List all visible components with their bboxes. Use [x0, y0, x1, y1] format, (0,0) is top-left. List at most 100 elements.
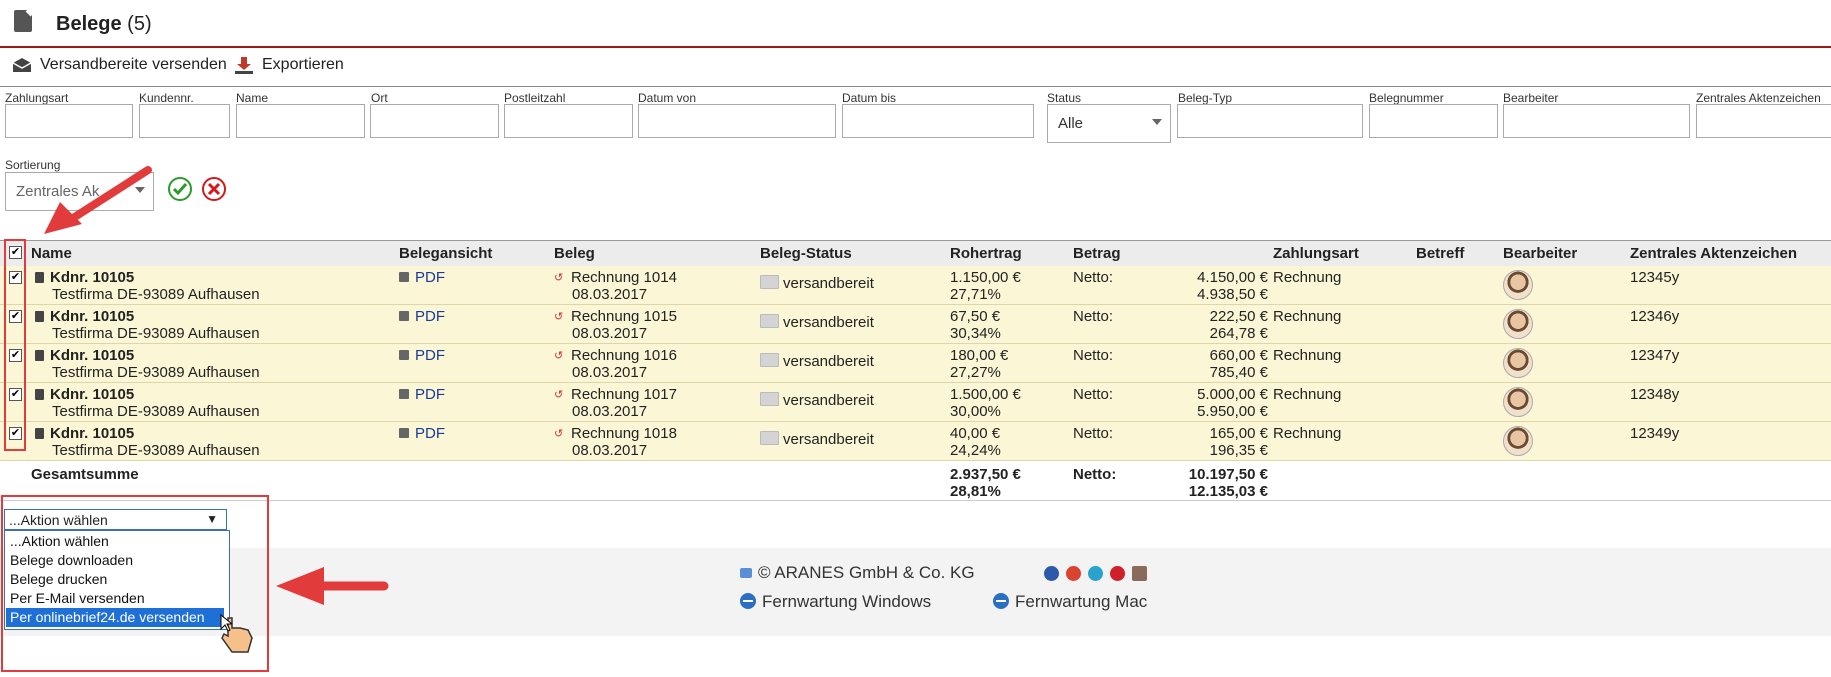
- reset-filter-button[interactable]: [202, 177, 226, 201]
- zahlungsart-input[interactable]: [5, 104, 133, 138]
- page-title: Belege (5): [56, 13, 152, 36]
- status-select-value: Alle: [1058, 115, 1084, 132]
- row-betrag-netto: 222,50 €: [1209, 308, 1268, 325]
- blog-icon[interactable]: [1131, 566, 1147, 581]
- table-row[interactable]: ✔ Kdnr. 10105 Testfirma DE-93089 Aufhaus…: [0, 422, 1831, 461]
- belegtyp-input[interactable]: [1177, 104, 1363, 138]
- row-beleg[interactable]: Rechnung 1016: [571, 347, 677, 364]
- col-beleg[interactable]: Beleg: [554, 245, 595, 262]
- row-betrag: 660,00 € 785,40 €: [1150, 347, 1268, 381]
- pdf-link[interactable]: PDF: [399, 386, 445, 403]
- col-aktenzeichen[interactable]: Zentrales Aktenzeichen: [1630, 245, 1797, 262]
- row-betrag-netto: 165,00 €: [1209, 425, 1268, 442]
- row-kdnr: Kdnr. 10105: [50, 425, 135, 442]
- document-icon: [35, 311, 44, 322]
- row-beleg[interactable]: Rechnung 1017: [571, 386, 677, 403]
- pdf-icon: [399, 272, 409, 282]
- youtube-icon[interactable]: [1109, 566, 1125, 581]
- filter-label-datum-von: Datum von: [638, 91, 697, 105]
- filter-label-kundennr: Kundennr.: [139, 91, 194, 105]
- name-input[interactable]: [236, 104, 365, 138]
- row-rohertrag-value: 1.500,00 €: [950, 386, 1021, 403]
- row-betrag-brutto: 785,40 €: [1209, 364, 1268, 381]
- col-status[interactable]: Beleg-Status: [760, 245, 852, 262]
- row-betrag: 222,50 € 264,78 €: [1150, 308, 1268, 342]
- send-ready-button[interactable]: Versandbereite versenden: [12, 56, 227, 74]
- remote-windows-link[interactable]: Fernwartung Windows: [740, 593, 931, 610]
- table-row[interactable]: ✔ Kdnr. 10105 Testfirma DE-93089 Aufhaus…: [0, 344, 1831, 383]
- col-bearbeiter[interactable]: Bearbeiter: [1503, 245, 1577, 262]
- belegnummer-input[interactable]: [1369, 104, 1498, 138]
- plz-input[interactable]: [504, 104, 633, 138]
- invoice-icon: ↺: [554, 311, 564, 323]
- row-beleg[interactable]: Rechnung 1015: [571, 308, 677, 325]
- row-beleg[interactable]: Rechnung 1014: [571, 269, 677, 286]
- twitter-icon[interactable]: [1087, 566, 1103, 581]
- toolbar: Versandbereite versenden Exportieren: [0, 48, 1831, 87]
- summary-rohertrag: 2.937,50 € 28,81%: [950, 466, 1021, 500]
- envelope-icon: [12, 58, 32, 72]
- row-zahlungsart: Rechnung: [1273, 308, 1342, 325]
- row-rohertrag-percent: 27,27%: [950, 364, 1001, 381]
- row-beleg[interactable]: Rechnung 1018: [571, 425, 677, 442]
- col-betreff[interactable]: Betreff: [1416, 245, 1464, 262]
- row-datum: 08.03.2017: [572, 286, 648, 303]
- filter-label-plz: Postleitzahl: [504, 91, 566, 105]
- row-datum: 08.03.2017: [572, 364, 648, 381]
- row-datum: 08.03.2017: [572, 403, 648, 420]
- ort-input[interactable]: [370, 104, 499, 138]
- summary-netto-label: Netto:: [1073, 466, 1117, 483]
- avatar: [1503, 348, 1533, 378]
- send-ready-label: Versandbereite versenden: [40, 56, 227, 73]
- col-zahlungsart[interactable]: Zahlungsart: [1273, 245, 1359, 262]
- datum-bis-input[interactable]: [842, 104, 1034, 138]
- table-row[interactable]: ✔ Kdnr. 10105 Testfirma DE-93089 Aufhaus…: [0, 383, 1831, 422]
- invoice-icon: ↺: [554, 428, 564, 440]
- pdf-icon: [399, 350, 409, 360]
- row-zahlungsart: Rechnung: [1273, 425, 1342, 442]
- row-betrag: 165,00 € 196,35 €: [1150, 425, 1268, 459]
- row-firma: Testfirma DE-93089 Aufhausen: [52, 325, 260, 342]
- col-rohertrag[interactable]: Rohertrag: [950, 245, 1022, 262]
- table-row[interactable]: ✔ Kdnr. 10105 Testfirma DE-93089 Aufhaus…: [0, 305, 1831, 344]
- datum-von-input[interactable]: [638, 104, 836, 138]
- bearbeiter-input[interactable]: [1503, 104, 1690, 138]
- row-aktenzeichen: 12346y: [1630, 308, 1680, 325]
- kundennr-input[interactable]: [139, 104, 230, 138]
- col-name[interactable]: Name: [31, 245, 72, 262]
- apply-filter-button[interactable]: [168, 177, 192, 201]
- pdf-icon: [399, 311, 409, 321]
- row-aktenzeichen: 12348y: [1630, 386, 1680, 403]
- pdf-link[interactable]: PDF: [399, 347, 445, 364]
- row-firma: Testfirma DE-93089 Aufhausen: [52, 364, 260, 381]
- document-icon: [35, 272, 44, 283]
- row-status: versandbereit: [783, 314, 874, 331]
- row-netto-label: Netto:: [1073, 386, 1114, 403]
- row-name-cell: Kdnr. 10105 Testfirma DE-93089 Aufhausen: [35, 347, 260, 381]
- pdf-link[interactable]: PDF: [399, 308, 445, 325]
- col-betrag[interactable]: Betrag: [1073, 245, 1121, 262]
- remote-icon: [993, 593, 1009, 609]
- row-betrag-netto: 4.150,00 €: [1197, 269, 1268, 286]
- row-rohertrag-value: 40,00 €: [950, 425, 1001, 442]
- row-status-cell: versandbereit: [760, 392, 874, 409]
- status-select[interactable]: Alle: [1047, 104, 1171, 143]
- pdf-link[interactable]: PDF: [399, 425, 445, 442]
- download-icon: [235, 57, 253, 74]
- avatar: [1503, 387, 1533, 417]
- row-betrag: 5.000,00 € 5.950,00 €: [1150, 386, 1268, 420]
- table-row[interactable]: ✔ Kdnr. 10105 Testfirma DE-93089 Aufhaus…: [0, 266, 1831, 305]
- google-plus-icon[interactable]: [1065, 566, 1081, 581]
- pdf-link-label: PDF: [415, 386, 445, 403]
- export-button[interactable]: Exportieren: [234, 56, 344, 74]
- pdf-link[interactable]: PDF: [399, 269, 445, 286]
- filter-label-zahlungsart: Zahlungsart: [5, 91, 69, 105]
- folder-icon: [760, 314, 779, 328]
- table-header: ✔ Name Belegansicht Beleg Beleg-Status R…: [0, 240, 1831, 267]
- page-header: Belege (5): [0, 0, 1831, 48]
- aktenzeichen-input[interactable]: [1696, 104, 1831, 138]
- col-belegansicht[interactable]: Belegansicht: [399, 245, 492, 262]
- facebook-icon[interactable]: [1044, 566, 1059, 581]
- row-rohertrag: 67,50 € 30,34%: [950, 308, 1001, 342]
- remote-mac-link[interactable]: Fernwartung Mac: [993, 593, 1147, 610]
